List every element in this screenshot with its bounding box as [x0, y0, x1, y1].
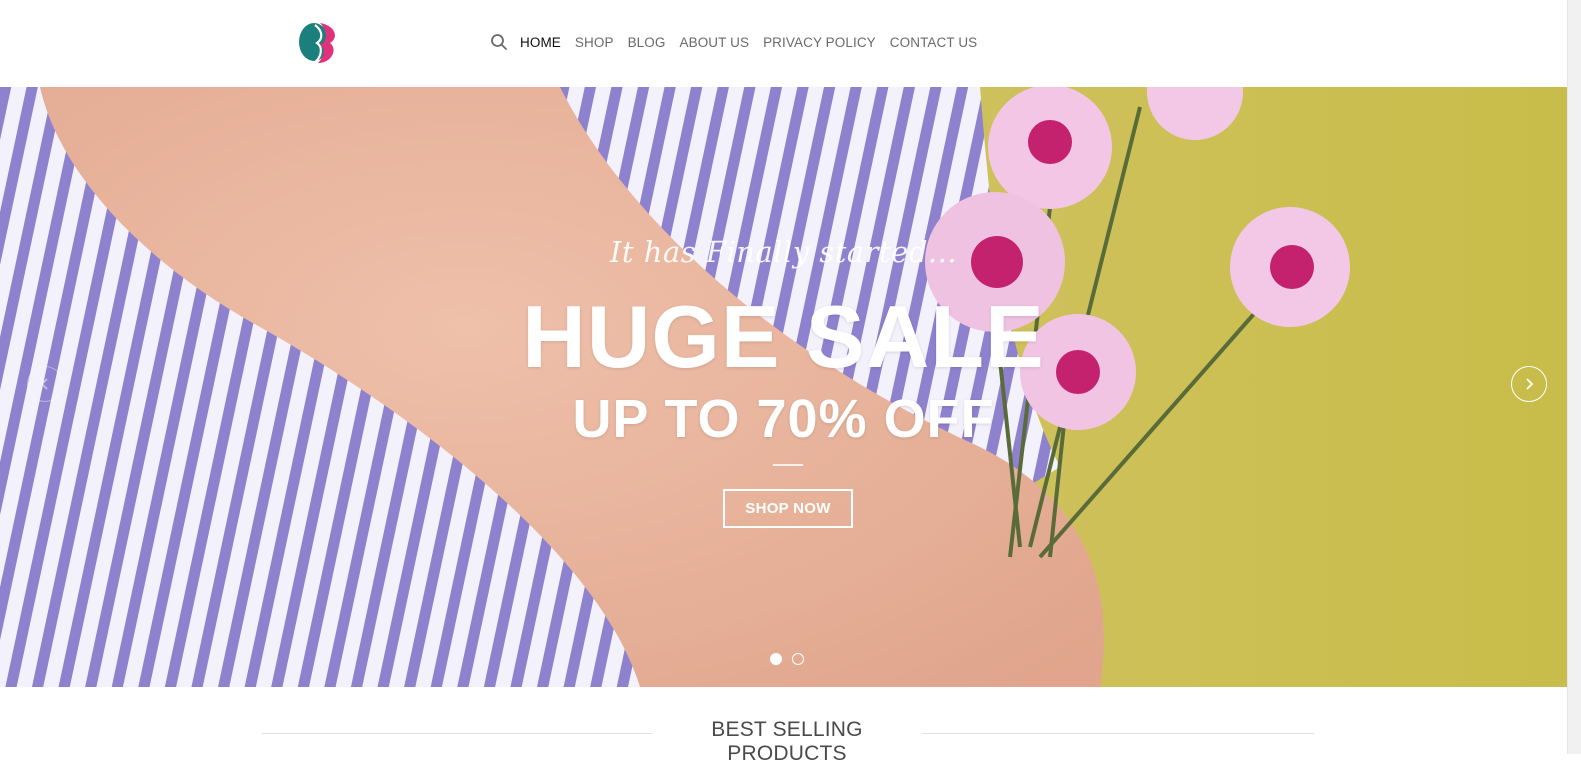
chevron-right-icon	[1526, 378, 1534, 390]
nav-about-us[interactable]: ABOUT US	[680, 35, 750, 50]
page-scrollbar[interactable]	[1567, 0, 1581, 754]
section-divider-right	[922, 733, 1314, 734]
slider-dot-2[interactable]	[792, 653, 804, 665]
nav-privacy-policy[interactable]: PRIVACY POLICY	[763, 35, 876, 50]
section-divider-left	[262, 733, 652, 734]
main-nav: HOME SHOP BLOG ABOUT US PRIVACY POLICY C…	[490, 30, 991, 54]
hero-slider: It has Finally started... HUGE SALE UP T…	[0, 87, 1567, 687]
nav-contact-us[interactable]: CONTACT US	[890, 35, 978, 50]
nav-shop[interactable]: SHOP	[575, 35, 614, 50]
slider-dots	[770, 653, 804, 665]
nav-home[interactable]: HOME	[520, 35, 561, 50]
hero-headline: HUGE SALE	[522, 287, 1045, 386]
site-header: HOME SHOP BLOG ABOUT US PRIVACY POLICY C…	[0, 0, 1567, 87]
slider-dot-1[interactable]	[770, 653, 782, 665]
shop-now-button[interactable]: SHOP NOW	[723, 489, 853, 528]
hero-tagline: It has Finally started...	[609, 235, 958, 269]
best-selling-section: BEST SELLING PRODUCTS	[262, 710, 1314, 765]
slider-prev-button[interactable]	[27, 366, 63, 402]
slider-next-button[interactable]	[1511, 366, 1547, 402]
chevron-left-icon	[40, 378, 48, 390]
hero-subline: UP TO 70% OFF	[572, 389, 995, 449]
hero-divider	[773, 464, 803, 466]
section-title: BEST SELLING PRODUCTS	[711, 718, 863, 765]
search-icon[interactable]	[490, 33, 508, 51]
brand-logo-icon[interactable]	[298, 19, 340, 65]
nav-blog[interactable]: BLOG	[628, 35, 666, 50]
